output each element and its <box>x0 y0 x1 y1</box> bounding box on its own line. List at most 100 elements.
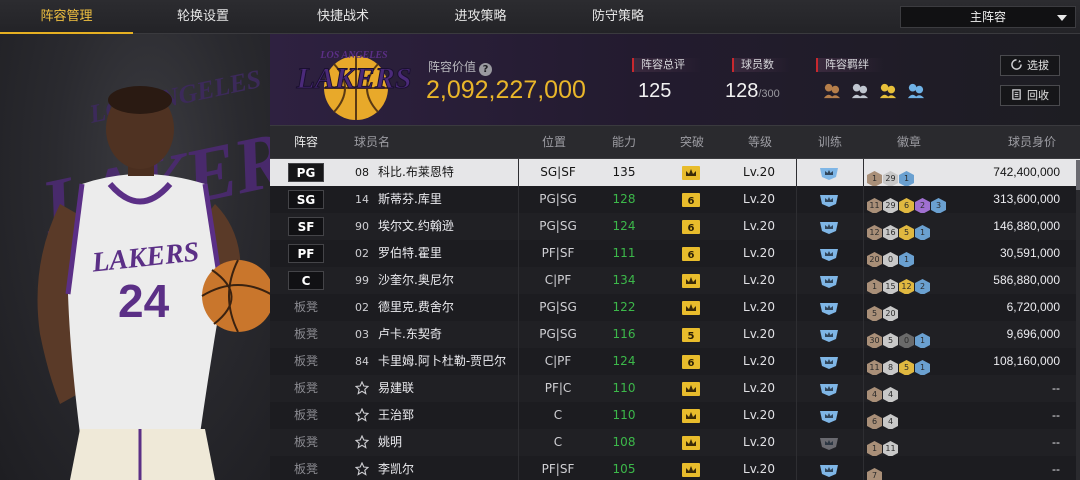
table-row[interactable]: 板凳 李凯尔 PF|SF 105 Lv.20 7 -- <box>270 456 1080 480</box>
tab-offense-strategy[interactable]: 进攻策略 <box>413 0 548 34</box>
player-salary: 742,400,000 <box>993 165 1060 179</box>
recycle-player-button[interactable]: 回收 <box>1000 85 1060 106</box>
player-number: 99 <box>355 274 369 287</box>
chem-icon-4[interactable] <box>906 81 925 100</box>
table-row[interactable]: SG 14 斯蒂芬.库里 PG|SG 128 6 Lv.20 11 29 6 2 3 313,600,0… <box>270 186 1080 214</box>
training-icon[interactable] <box>819 408 839 423</box>
player-salary: 9,696,000 <box>1006 327 1060 341</box>
chem-icon-2[interactable] <box>850 81 869 100</box>
select-player-button[interactable]: 选拔 <box>1000 55 1060 76</box>
player-name[interactable]: 埃尔文.约翰逊 <box>378 213 454 240</box>
col-badges[interactable]: 徽章 <box>897 126 921 159</box>
breakthrough-level-icon: 6 <box>682 247 700 261</box>
table-row[interactable]: 板凳 02 德里克.费舍尔 PG|SG 122 Lv.20 5 20 6,720,000 <box>270 294 1080 322</box>
training-icon[interactable] <box>819 462 839 477</box>
badge-group[interactable]: 20 0 1 <box>867 245 915 268</box>
column-divider <box>796 159 797 480</box>
player-number: 90 <box>355 220 369 233</box>
badge-group[interactable]: 1 11 <box>867 434 899 457</box>
col-salary[interactable]: 球员身价 <box>1008 126 1056 159</box>
roster-scrollbar[interactable] <box>1076 160 1080 480</box>
logo-arc-text: LOS ANGELES <box>319 50 388 61</box>
training-icon[interactable] <box>819 246 839 261</box>
badge-group[interactable]: 30 5 0 1 <box>867 326 931 349</box>
badge-group[interactable]: 12 16 5 1 <box>867 218 931 241</box>
col-breakthrough[interactable]: 突破 <box>680 126 704 159</box>
table-row[interactable]: 板凳 03 卢卡.东契奇 PG|SG 116 5 Lv.20 30 5 0 1 9,696,000 <box>270 321 1080 349</box>
player-name[interactable]: 科比.布莱恩特 <box>378 159 454 186</box>
tab-defense-strategy[interactable]: 防守策略 <box>548 0 688 34</box>
col-role[interactable]: 阵容 <box>294 126 318 159</box>
player-name[interactable]: 卡里姆.阿卜杜勒-贾巴尔 <box>378 348 506 375</box>
lineup-select[interactable]: 主阵容 <box>900 6 1076 28</box>
table-row[interactable]: C 99 沙奎尔.奥尼尔 C|PF 134 Lv.20 1 15 12 2 586,880,000 <box>270 267 1080 295</box>
tab-rotation-settings[interactable]: 轮换设置 <box>133 0 273 34</box>
table-row[interactable]: 板凳 易建联 PF|C 110 Lv.20 4 4 -- <box>270 375 1080 403</box>
player-name[interactable]: 卢卡.东契奇 <box>378 321 442 348</box>
chem-icon-3[interactable] <box>878 81 897 100</box>
scrollbar-thumb[interactable] <box>1076 160 1080 190</box>
recycle-player-label: 回收 <box>1027 89 1049 102</box>
training-icon[interactable] <box>819 300 839 315</box>
breakthrough-level: 6 <box>688 223 695 234</box>
badge-count: 12 <box>899 279 914 295</box>
player-position: PG|SG <box>539 327 577 341</box>
breakthrough-crown-icon <box>682 463 700 477</box>
player-salary: 313,600,000 <box>993 192 1060 206</box>
tab-quick-tactics[interactable]: 快捷战术 <box>273 0 413 34</box>
badge-count: 1 <box>867 279 882 295</box>
badge-group[interactable]: 44 <box>867 380 899 403</box>
badge-count: 1 <box>867 441 882 457</box>
training-icon[interactable] <box>819 435 839 450</box>
badge-group[interactable]: 1 29 1 <box>867 164 915 187</box>
player-level: Lv.20 <box>743 354 775 368</box>
player-name[interactable]: 姚明 <box>378 429 402 456</box>
player-name[interactable]: 沙奎尔.奥尼尔 <box>378 267 454 294</box>
help-icon[interactable]: ? <box>479 63 493 76</box>
training-icon[interactable] <box>819 219 839 234</box>
player-name[interactable]: 罗伯特.霍里 <box>378 240 442 267</box>
player-level: Lv.20 <box>743 192 775 206</box>
lineup-value: 2,092,227,000 <box>426 76 586 104</box>
training-icon[interactable] <box>819 192 839 207</box>
training-icon[interactable] <box>819 354 839 369</box>
col-overall[interactable]: 能力 <box>612 126 636 159</box>
player-name[interactable]: 德里克.费舍尔 <box>378 294 454 321</box>
col-position[interactable]: 位置 <box>542 126 566 159</box>
player-name[interactable]: 王治郅 <box>378 402 414 429</box>
badge-count: 6 <box>899 198 914 214</box>
col-training[interactable]: 训练 <box>818 126 842 159</box>
training-icon[interactable] <box>819 381 839 396</box>
player-name[interactable]: 斯蒂芬.库里 <box>378 186 442 213</box>
player-name[interactable]: 易建联 <box>378 375 414 402</box>
role-bench-label: 板凳 <box>294 381 319 395</box>
table-row[interactable]: PF 02 罗伯特.霍里 PF|SF 111 6 Lv.20 20 0 1 30,591,000 <box>270 240 1080 268</box>
breakthrough-crown-icon <box>682 409 700 423</box>
table-row[interactable]: 板凳 84 卡里姆.阿卜杜勒-贾巴尔 C|PF 124 6 Lv.20 11 8 5 1 108,16… <box>270 348 1080 376</box>
training-icon[interactable] <box>819 165 839 180</box>
badge-group[interactable]: 11 8 5 1 <box>867 353 931 376</box>
tab-lineup-management[interactable]: 阵容管理 <box>0 0 133 34</box>
badge-group[interactable]: 5 20 <box>867 299 899 322</box>
player-salary: 108,160,000 <box>993 354 1060 368</box>
badge-count: 1 <box>867 171 882 187</box>
training-icon[interactable] <box>819 273 839 288</box>
table-row[interactable]: SF 90 埃尔文.约翰逊 PG|SG 124 6 Lv.20 12 16 5 1 146,880,0… <box>270 213 1080 241</box>
player-name[interactable]: 李凯尔 <box>378 456 414 480</box>
badge-group[interactable]: 11 29 6 2 3 <box>867 191 947 214</box>
badge-count: 1 <box>899 252 914 268</box>
table-row[interactable]: 板凳 王治郅 C 110 Lv.20 6 4 -- <box>270 402 1080 430</box>
training-icon[interactable] <box>819 327 839 342</box>
table-row[interactable]: 板凳 姚明 C 108 Lv.20 1 11 -- <box>270 429 1080 457</box>
col-name[interactable]: 球员名 <box>354 126 390 159</box>
player-number: 02 <box>355 247 369 260</box>
table-row[interactable]: PG 08 科比.布莱恩特 SG|SF 135 Lv.20 1 29 1 742,400,000 <box>270 159 1080 187</box>
role-bench-label: 板凳 <box>294 327 319 341</box>
chem-icon-1[interactable] <box>822 81 841 100</box>
badge-count: 1 <box>915 360 930 376</box>
col-level[interactable]: 等级 <box>748 126 772 159</box>
badge-group[interactable]: 7 <box>867 461 883 480</box>
badge-count: 12 <box>867 225 882 241</box>
badge-group[interactable]: 1 15 12 2 <box>867 272 931 295</box>
badge-group[interactable]: 64 <box>867 407 899 430</box>
